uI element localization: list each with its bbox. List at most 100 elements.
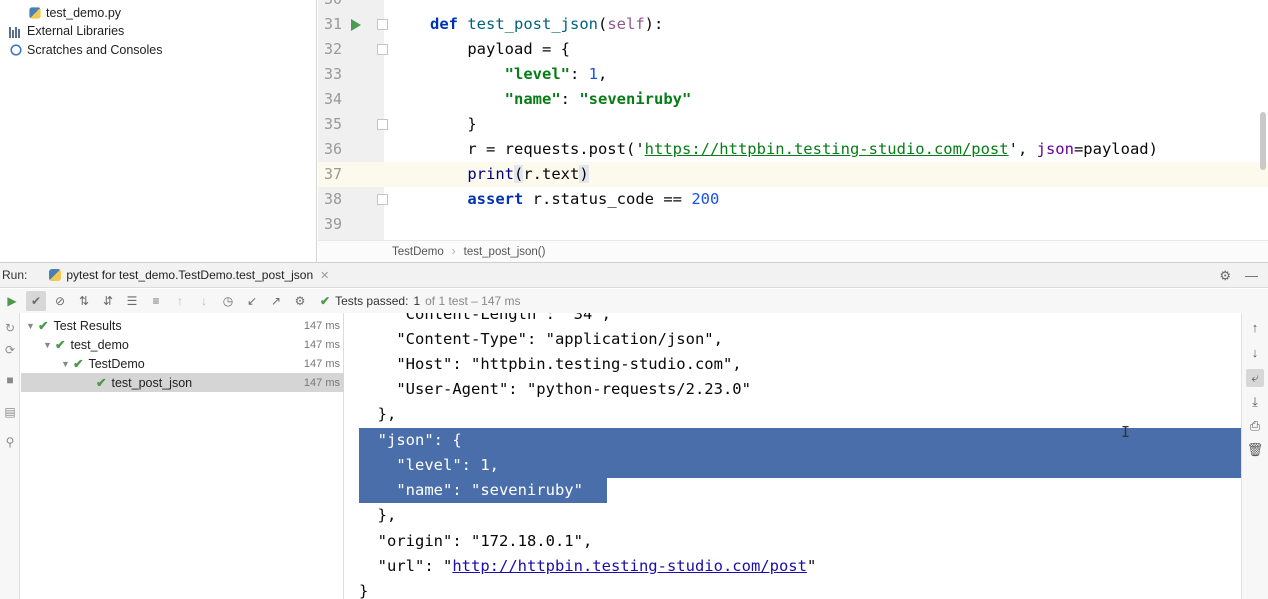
check-icon: ✔ bbox=[96, 376, 107, 390]
console-line: "Host": "httpbin.testing-studio.com", bbox=[359, 355, 742, 373]
line-number: 36 bbox=[323, 140, 342, 158]
tree-item-label: Scratches and Consoles bbox=[27, 43, 163, 57]
print-icon[interactable]: ⎙ bbox=[1246, 417, 1264, 435]
tab-title: pytest for test_demo.TestDemo.test_post_… bbox=[66, 268, 314, 282]
result-label: test_post_json bbox=[111, 375, 193, 390]
arrow-up-icon[interactable]: ↑ bbox=[1246, 319, 1264, 337]
export-tests-icon[interactable]: ↗ bbox=[266, 291, 286, 311]
chevron-down-icon[interactable]: ▼ bbox=[43, 340, 55, 350]
stop-icon[interactable]: ■ bbox=[3, 373, 17, 387]
code-line[interactable]: 32 payload = { bbox=[318, 37, 1268, 62]
status-suffix: of 1 test – 147 ms bbox=[425, 294, 521, 308]
pin-icon[interactable]: ⚲ bbox=[3, 435, 17, 449]
code-text: "level": 1, bbox=[504, 65, 608, 83]
trash-icon[interactable]: 🗑 bbox=[1246, 441, 1264, 459]
sort-duration-icon[interactable]: ⇵ bbox=[98, 291, 118, 311]
run-toolbar: ▶ ✔ ⊘ ⇅ ⇵ ☰ ≡ ↑ ↓ ◷ ↙ ↗ ⚙ ✔ Tests passed… bbox=[0, 289, 1268, 313]
result-row-test[interactable]: ✔ test_post_json 147 ms bbox=[21, 373, 344, 392]
test-results-tree: ▼ ✔ Test Results 147 ms ▼ ✔ test_demo 14… bbox=[21, 313, 344, 599]
breadcrumb-method[interactable]: test_post_json() bbox=[464, 246, 546, 258]
line-number: 34 bbox=[323, 90, 342, 108]
line-number: 31 bbox=[323, 15, 342, 33]
result-label: TestDemo bbox=[88, 356, 145, 371]
sort-alpha-icon[interactable]: ⇅ bbox=[74, 291, 94, 311]
fold-icon[interactable] bbox=[377, 19, 388, 30]
console-output[interactable]: "Content-Length": "34", "Content-Type": … bbox=[345, 313, 1241, 599]
prev-failed-icon[interactable]: ↑ bbox=[170, 291, 190, 311]
code-line[interactable]: 35 } bbox=[318, 112, 1268, 137]
editor-scrollbar[interactable] bbox=[1260, 112, 1266, 170]
url-link[interactable]: http://httpbin.testing-studio.com/post bbox=[452, 557, 807, 575]
code-line[interactable]: 38 assert r.status_code == 200 bbox=[318, 187, 1268, 212]
minimize-icon[interactable]: — bbox=[1245, 268, 1258, 284]
chevron-right-icon: › bbox=[451, 245, 456, 258]
result-time: 147 ms bbox=[303, 376, 340, 389]
check-icon: ✔ bbox=[38, 319, 49, 333]
gear-icon[interactable]: ⚙ bbox=[1219, 268, 1231, 284]
chevron-down-icon[interactable]: ▼ bbox=[61, 359, 73, 369]
close-icon[interactable]: ✕ bbox=[320, 269, 329, 282]
show-ignored-icon[interactable]: ⊘ bbox=[50, 291, 70, 311]
result-row-module[interactable]: ▼ ✔ test_demo 147 ms bbox=[21, 335, 344, 354]
console-line: "name": "seveniruby" bbox=[359, 481, 583, 499]
text-cursor-icon: I bbox=[1121, 423, 1131, 441]
console-line: }, bbox=[359, 405, 397, 423]
console-line: "Content-Length": "34", bbox=[359, 313, 611, 323]
soft-wrap-icon[interactable]: ⤶ bbox=[1246, 369, 1264, 387]
breadcrumb-class[interactable]: TestDemo bbox=[392, 246, 444, 258]
code-text: "name": "seveniruby" bbox=[504, 90, 692, 108]
layout-icon[interactable]: ▤ bbox=[3, 405, 17, 419]
line-number: 38 bbox=[323, 190, 342, 208]
rerun-failed-icon[interactable]: ↻ bbox=[3, 321, 17, 335]
line-number: 32 bbox=[323, 40, 342, 58]
result-row-class[interactable]: ▼ ✔ TestDemo 147 ms bbox=[21, 354, 344, 373]
tab-pytest-run[interactable]: pytest for test_demo.TestDemo.test_post_… bbox=[43, 262, 335, 288]
python-file-icon bbox=[29, 7, 41, 19]
breadcrumb: TestDemo › test_post_json() bbox=[318, 240, 1268, 262]
scroll-to-end-icon[interactable]: ⤓ bbox=[1246, 393, 1264, 411]
code-text: } bbox=[467, 115, 477, 133]
code-line[interactable]: 34 "name": "seveniruby" bbox=[318, 87, 1268, 112]
status-prefix: Tests passed: bbox=[335, 294, 409, 308]
fold-icon[interactable] bbox=[377, 194, 388, 205]
line-number: 30 bbox=[318, 0, 342, 12]
expand-all-icon[interactable]: ☰ bbox=[122, 291, 142, 311]
scratches-icon bbox=[10, 44, 22, 56]
arrow-down-icon[interactable]: ↓ bbox=[1246, 344, 1264, 362]
status-passed-count: 1 bbox=[413, 294, 421, 308]
code-line[interactable]: 33 "level": 1, bbox=[318, 62, 1268, 87]
import-tests-icon[interactable]: ↙ bbox=[242, 291, 262, 311]
fold-icon[interactable] bbox=[377, 44, 388, 55]
check-icon: ✔ bbox=[55, 338, 66, 352]
library-icon bbox=[9, 24, 23, 38]
rerun-icon[interactable]: ▶ bbox=[2, 291, 22, 311]
settings-icon[interactable]: ⚙ bbox=[290, 291, 310, 311]
tree-item-external-libraries[interactable]: External Libraries bbox=[9, 22, 124, 40]
code-text: print(r.text) bbox=[467, 165, 589, 183]
code-editor[interactable]: 30 31 def test_post_json(self): 32 paylo… bbox=[318, 0, 1268, 240]
result-row-root[interactable]: ▼ ✔ Test Results 147 ms bbox=[21, 316, 344, 335]
code-line[interactable]: 39 bbox=[318, 212, 1268, 237]
console-line-url: "url": "http://httpbin.testing-studio.co… bbox=[359, 557, 817, 575]
show-passed-icon[interactable]: ✔ bbox=[26, 291, 46, 311]
next-failed-icon[interactable]: ↓ bbox=[194, 291, 214, 311]
line-number: 37 bbox=[323, 165, 342, 183]
code-text: r = requests.post('https://httpbin.testi… bbox=[467, 140, 1158, 158]
tree-item-test-demo-py[interactable]: test_demo.py bbox=[28, 4, 121, 22]
run-tool-header: Run: pytest for test_demo.TestDemo.test_… bbox=[0, 262, 1268, 288]
run-test-icon[interactable] bbox=[351, 19, 361, 31]
code-text: assert r.status_code == 200 bbox=[467, 190, 720, 208]
code-line[interactable]: 31 def test_post_json(self): bbox=[318, 12, 1268, 37]
toggle-autotest-icon[interactable]: ⟳ bbox=[3, 343, 17, 357]
fold-icon[interactable] bbox=[377, 119, 388, 130]
chevron-down-icon[interactable]: ▼ bbox=[26, 321, 38, 331]
history-icon[interactable]: ◷ bbox=[218, 291, 238, 311]
check-icon: ✔ bbox=[320, 294, 331, 308]
tree-item-scratches[interactable]: Scratches and Consoles bbox=[9, 41, 163, 59]
result-time: 147 ms bbox=[303, 338, 340, 351]
code-line[interactable]: 36 r = requests.post('https://httpbin.te… bbox=[318, 137, 1268, 162]
run-side-toolbar: ↻ ⟳ ■ ▤ ⚲ bbox=[0, 313, 20, 599]
code-line[interactable]: 30 bbox=[318, 0, 1268, 12]
code-line-current[interactable]: 37 print(r.text) bbox=[318, 162, 1268, 187]
collapse-all-icon[interactable]: ≡ bbox=[146, 291, 166, 311]
